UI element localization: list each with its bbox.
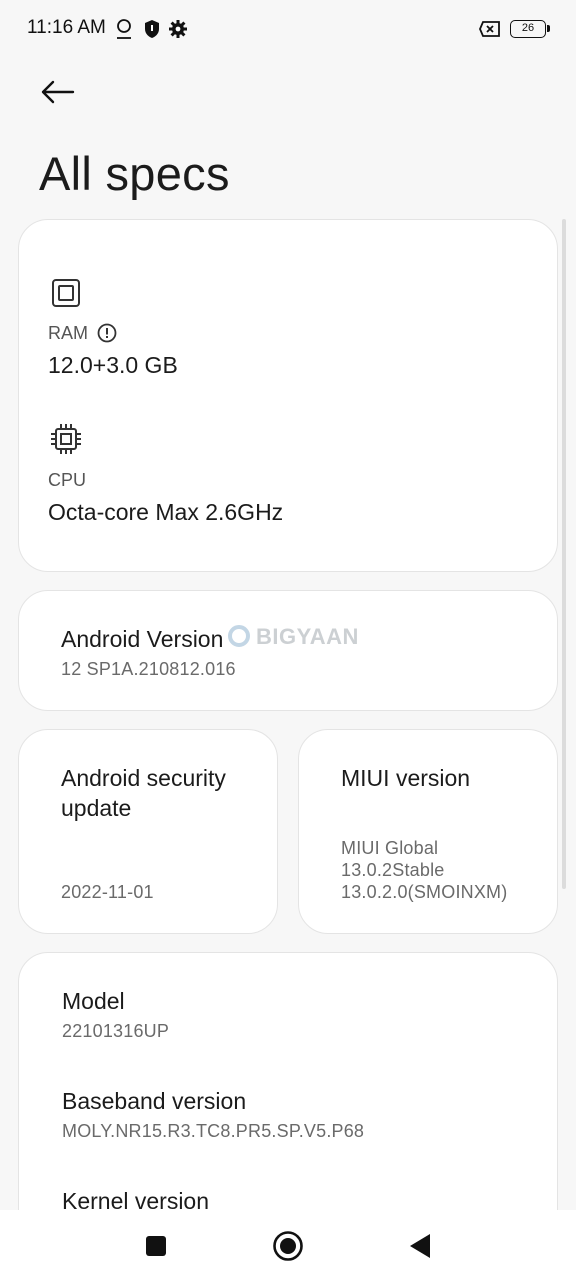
baseband-title: Baseband version: [62, 1088, 247, 1114]
scrollbar[interactable]: [562, 219, 566, 889]
cpu-icon: [51, 424, 81, 454]
arrow-left-icon: [41, 80, 75, 104]
android-version-title: Android Version: [61, 626, 224, 652]
circle-home-icon: [273, 1231, 303, 1261]
settings-gear-icon: [169, 20, 187, 38]
cpu-value: Octa-core Max 2.6GHz: [48, 499, 284, 525]
status-bar: 11:16 AM 26: [0, 0, 576, 58]
page-title: All specs: [39, 147, 230, 200]
nav-back-button[interactable]: [402, 1228, 438, 1264]
miui-version-line3: 13.0.2.0(SMOINXM): [341, 882, 508, 902]
miui-version-line2: 13.0.2Stable: [341, 860, 445, 880]
navigation-bar: [0, 1210, 576, 1280]
baseband-value: MOLY.NR15.R3.TC8.PR5.SP.V5.P68: [62, 1121, 365, 1141]
miui-version-card[interactable]: MIUI version MIUI Global 13.0.2Stable 13…: [298, 729, 558, 934]
back-button[interactable]: [36, 72, 80, 112]
model-value: 22101316UP: [62, 1021, 170, 1041]
chip-icon: [52, 279, 80, 307]
watermark: BIGYAAN: [228, 624, 359, 650]
miui-version-line1: MIUI Global: [341, 838, 439, 858]
home-button[interactable]: [270, 1228, 306, 1264]
info-circle-icon[interactable]: [97, 323, 117, 343]
status-time: 11:16 AM: [27, 17, 106, 38]
battery-tip: [547, 25, 550, 32]
miui-version-title: MIUI version: [341, 765, 471, 791]
square-recents-icon: [146, 1236, 166, 1256]
android-version-value: 12 SP1A.210812.016: [61, 659, 236, 679]
android-version-card[interactable]: Android Version 12 SP1A.210812.016: [18, 590, 558, 711]
security-update-title-line1: Android security: [61, 765, 226, 791]
hardware-card: RAM 12.0+3.0 GB CPU Octa-core Max 2.6GHz: [18, 219, 558, 572]
battery-level: 26: [521, 22, 535, 34]
recents-button[interactable]: [138, 1228, 174, 1264]
cpu-label: CPU: [48, 470, 87, 490]
ram-label: RAM: [48, 323, 88, 343]
shield-icon: [145, 20, 159, 38]
security-update-title-line2: update: [61, 795, 132, 821]
security-update-value: 2022-11-01: [61, 882, 154, 902]
no-sim-icon: [479, 21, 500, 37]
triangle-back-icon: [410, 1234, 430, 1258]
battery-icon: 26: [510, 20, 550, 38]
security-update-card[interactable]: Android security update 2022-11-01: [18, 729, 278, 934]
ram-value: 12.0+3.0 GB: [48, 352, 178, 378]
model-title: Model: [62, 988, 125, 1014]
face-unlock-icon: [117, 19, 131, 39]
